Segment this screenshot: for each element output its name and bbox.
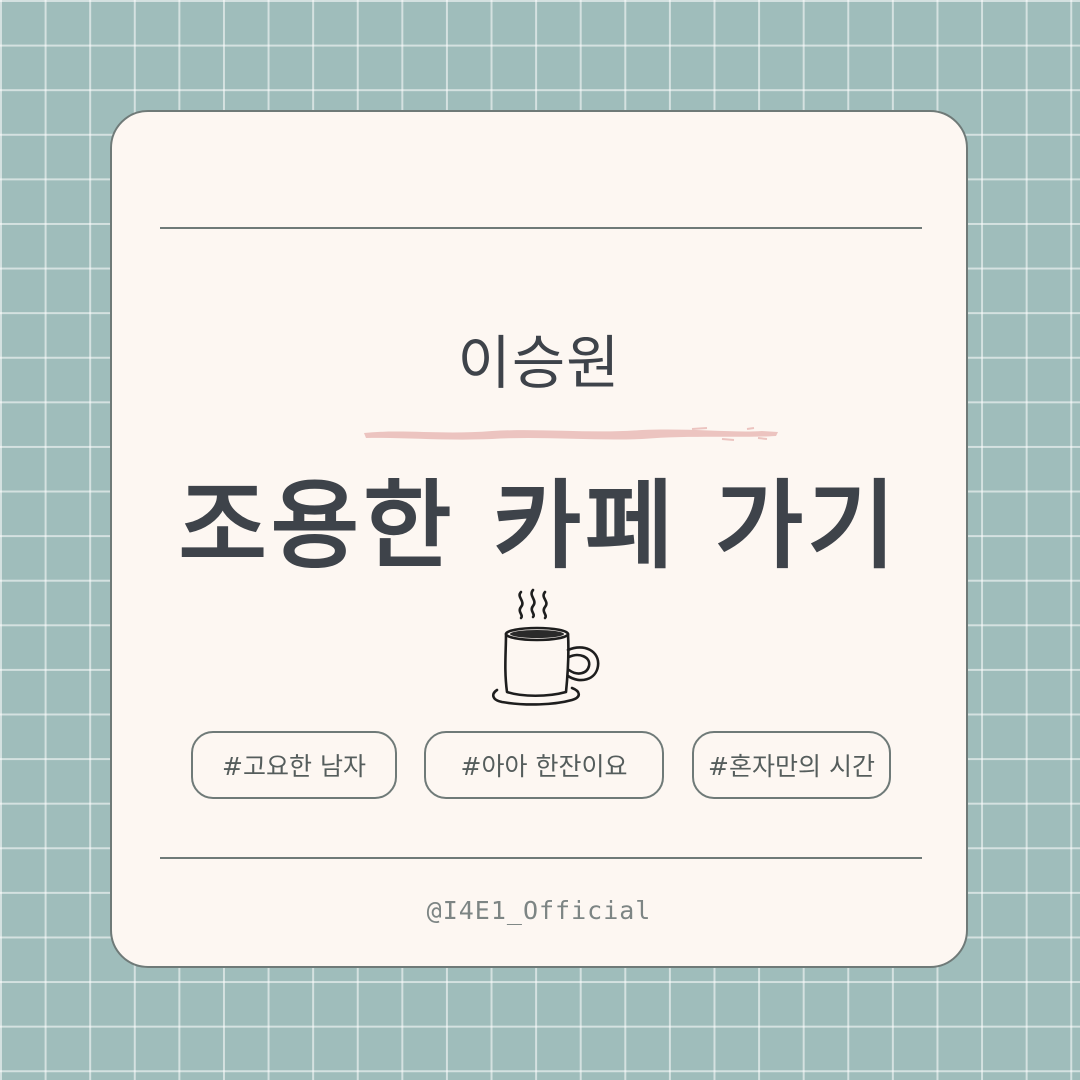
person-name: 이승원 bbox=[457, 329, 621, 397]
bottom-divider bbox=[160, 857, 922, 859]
coffee-cup-icon bbox=[492, 588, 600, 706]
brush-stroke-decoration bbox=[364, 427, 778, 441]
headline-title: 조용한 카페 가기 bbox=[178, 470, 900, 582]
hashtag-chip: #혼자만의 시간 bbox=[692, 731, 891, 799]
top-divider bbox=[160, 227, 922, 229]
hashtag-chip: #고요한 남자 bbox=[191, 731, 397, 799]
social-handle: @I4E1_Official bbox=[426, 896, 652, 925]
profile-card: 이승원 조용한 카페 가기 #고요한 남자 #아아 한잔이요 #혼자만의 시간 … bbox=[110, 110, 968, 968]
hashtag-chip: #아아 한잔이요 bbox=[424, 731, 664, 799]
